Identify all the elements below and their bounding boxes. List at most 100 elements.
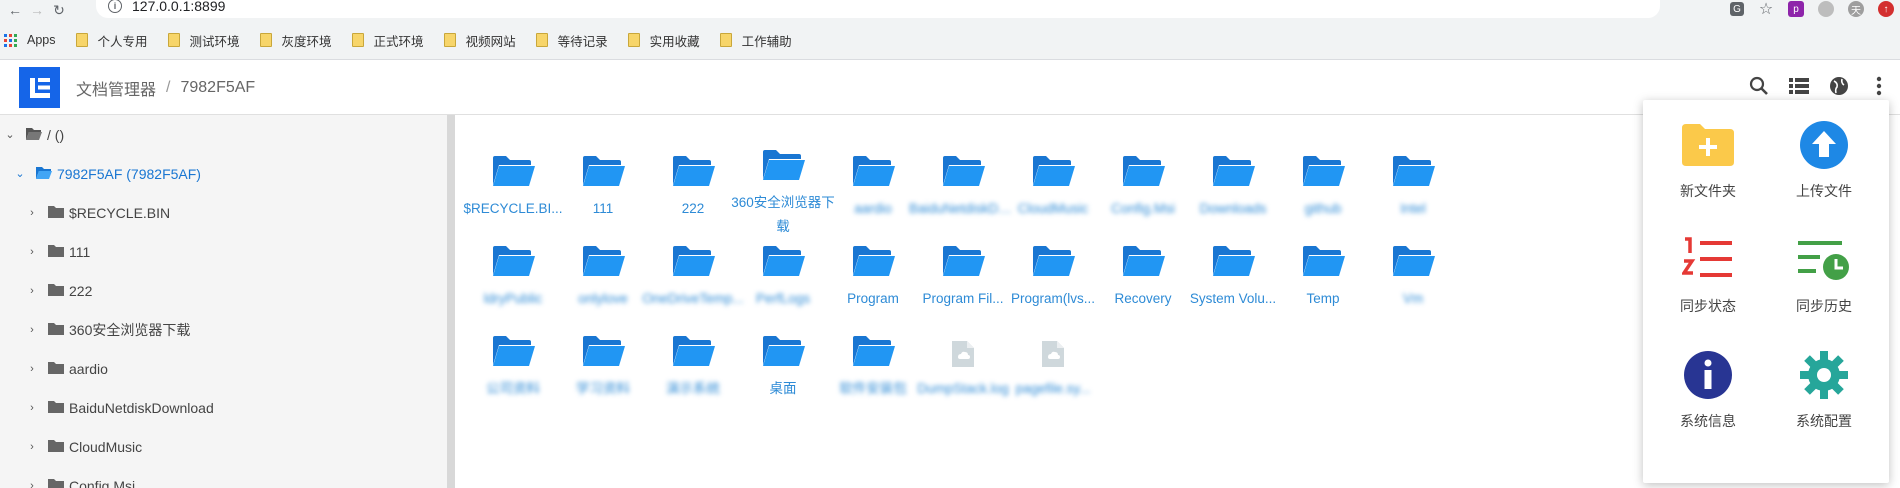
url-text[interactable]: 127.0.0.1:8899 xyxy=(132,0,225,14)
folder-icon xyxy=(1301,229,1345,277)
sync-status-button[interactable]: 同步状态 xyxy=(1653,233,1763,333)
search-icon[interactable] xyxy=(1748,75,1770,97)
tree-item-label: 111 xyxy=(69,243,91,260)
folder-icon xyxy=(581,229,625,277)
item-label: Vm xyxy=(1402,291,1424,306)
chevron-right-icon[interactable]: › xyxy=(24,363,40,375)
chevron-right-icon[interactable]: › xyxy=(24,324,40,336)
tree-item[interactable]: › BaiduNetdiskDownload xyxy=(0,388,447,427)
file-cloud-icon xyxy=(952,319,974,367)
star-icon[interactable]: ☆ xyxy=(1758,1,1774,18)
folder-item[interactable]: Intel xyxy=(1359,139,1467,239)
more-vert-icon[interactable] xyxy=(1868,75,1890,97)
folder-icon xyxy=(491,319,535,367)
bookmark-folder[interactable]: 工作辅助 xyxy=(719,31,792,50)
bookmark-folder[interactable]: 正式环境 xyxy=(351,31,424,50)
breadcrumb-root[interactable]: 文档管理器 xyxy=(76,76,156,100)
app-logo[interactable] xyxy=(19,67,60,108)
folder-icon xyxy=(48,283,64,299)
folder-icon xyxy=(1121,139,1165,187)
tree-drive-label: 7982F5AF (7982F5AF) xyxy=(57,165,201,182)
extension-gray-icon[interactable] xyxy=(1818,1,1834,17)
bookmark-folder-icon xyxy=(627,33,640,47)
folder-icon xyxy=(851,139,895,187)
bookmark-label: 测试环境 xyxy=(189,34,240,49)
back-icon[interactable]: ← xyxy=(4,1,26,19)
tree-drive[interactable]: ⌄ 7982F5AF (7982F5AF) xyxy=(0,154,447,193)
bookmark-folder-icon xyxy=(719,33,732,47)
chevron-down-icon[interactable]: ⌄ xyxy=(12,167,28,180)
folder-icon xyxy=(851,319,895,367)
folder-icon xyxy=(1211,229,1255,277)
tree-item[interactable]: › aardio xyxy=(0,349,447,388)
site-info-icon[interactable]: i xyxy=(108,0,122,13)
folder-icon xyxy=(671,229,715,277)
folder-icon xyxy=(48,244,64,260)
folder-icon xyxy=(48,400,64,416)
action-menu: 新文件夹 上传文件 同步状态 同步历史 系统信息 系统配置 xyxy=(1643,100,1889,483)
info-icon xyxy=(1681,348,1735,402)
bookmark-label: 视频网站 xyxy=(465,34,516,49)
apps-button[interactable]: Apps xyxy=(4,33,56,47)
chevron-right-icon[interactable]: › xyxy=(24,402,40,414)
folder-icon xyxy=(761,229,805,277)
bookmark-label: 等待记录 xyxy=(557,34,608,49)
tree-item[interactable]: › 111 xyxy=(0,232,447,271)
chevron-right-icon[interactable]: › xyxy=(24,285,40,297)
bookmark-folder-icon xyxy=(535,33,548,47)
bookmark-folder-icon xyxy=(75,33,88,47)
bookmark-folder-icon xyxy=(259,33,272,47)
sync-status-label: 同步状态 xyxy=(1680,298,1736,314)
system-info-label: 系统信息 xyxy=(1680,413,1736,429)
bookmarks-bar: Apps 个人专用 测试环境 灰度环境 正式环境 视频网站 等待记录 实用收藏 … xyxy=(0,20,1900,60)
tree-item[interactable]: › CloudMusic xyxy=(0,427,447,466)
folder-icon xyxy=(581,319,625,367)
translate-icon[interactable]: G xyxy=(1730,2,1744,16)
bookmark-folder[interactable]: 灰度环境 xyxy=(259,31,332,50)
chevron-down-icon[interactable]: ⌄ xyxy=(2,128,18,141)
new-folder-icon xyxy=(1681,118,1735,172)
folder-item[interactable]: Vm xyxy=(1359,229,1467,329)
upload-file-button[interactable]: 上传文件 xyxy=(1769,118,1879,218)
tree-item-label: 360安全浏览器下载 xyxy=(69,321,191,338)
bookmark-folder[interactable]: 实用收藏 xyxy=(627,31,700,50)
extension-purple-icon[interactable]: p xyxy=(1788,1,1804,17)
system-info-button[interactable]: 系统信息 xyxy=(1653,348,1763,448)
tree-item[interactable]: › 360安全浏览器下载 xyxy=(0,310,447,349)
bookmark-folder[interactable]: 视频网站 xyxy=(443,31,516,50)
folder-icon xyxy=(1301,139,1345,187)
new-folder-button[interactable]: 新文件夹 xyxy=(1653,118,1763,218)
bookmark-folder[interactable]: 等待记录 xyxy=(535,31,608,50)
extensions-area: G ☆ p 天 ↑ xyxy=(1730,0,1894,18)
folder-icon xyxy=(671,139,715,187)
list-view-icon[interactable] xyxy=(1788,75,1810,97)
chevron-right-icon[interactable]: › xyxy=(24,207,40,219)
chevron-right-icon[interactable]: › xyxy=(24,246,40,258)
upload-label: 上传文件 xyxy=(1796,183,1852,199)
address-bar[interactable]: i 127.0.0.1:8899 xyxy=(96,0,1660,18)
chevron-right-icon[interactable]: › xyxy=(24,441,40,453)
chevron-right-icon[interactable]: › xyxy=(24,480,40,488)
breadcrumb-separator: / xyxy=(166,78,171,96)
sync-history-button[interactable]: 同步历史 xyxy=(1769,233,1879,333)
folder-icon xyxy=(48,322,64,338)
reload-icon[interactable]: ↻ xyxy=(48,1,70,19)
system-config-button[interactable]: 系统配置 xyxy=(1769,348,1879,448)
folder-icon xyxy=(491,139,535,187)
bookmark-folder-icon xyxy=(443,33,456,47)
forward-icon[interactable]: → xyxy=(26,1,48,19)
tree-root[interactable]: ⌄ / () xyxy=(0,115,447,154)
folder-icon xyxy=(1031,139,1075,187)
tree-item[interactable]: › $RECYCLE.BIN xyxy=(0,193,447,232)
bookmark-folder[interactable]: 个人专用 xyxy=(75,31,148,50)
update-icon[interactable]: ↑ xyxy=(1878,1,1894,17)
bookmark-folder[interactable]: 测试环境 xyxy=(167,31,240,50)
bookmark-label: 工作辅助 xyxy=(741,34,792,49)
file-item[interactable]: pagefile.sy... xyxy=(999,319,1107,419)
tree-item[interactable]: › Config.Msi xyxy=(0,466,447,488)
tree-item[interactable]: › 222 xyxy=(0,271,447,310)
bookmark-label: 个人专用 xyxy=(97,34,148,49)
folder-icon xyxy=(491,229,535,277)
globe-icon[interactable] xyxy=(1828,75,1850,97)
profile-avatar-icon[interactable]: 天 xyxy=(1848,1,1864,17)
